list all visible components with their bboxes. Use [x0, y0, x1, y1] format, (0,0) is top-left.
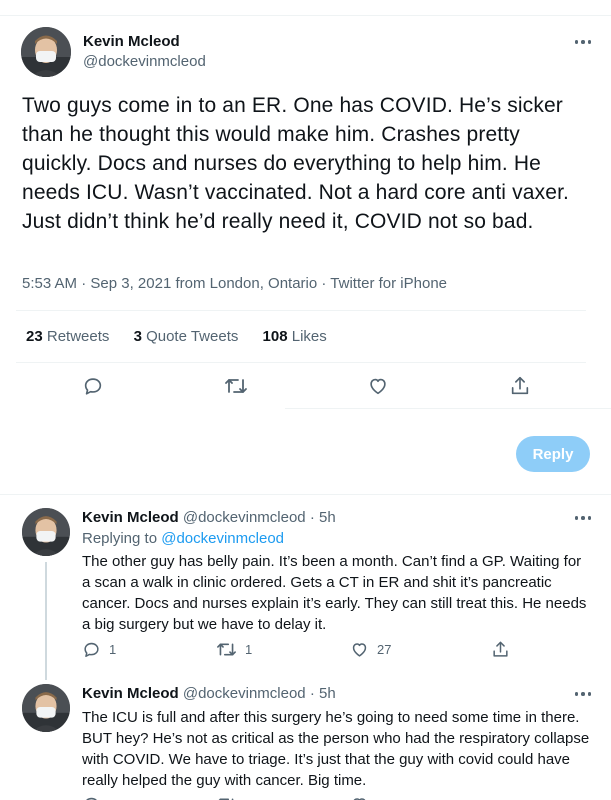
author-handle[interactable]: @dockevinmcleod: [183, 509, 306, 526]
retweet-action-button[interactable]: [224, 375, 248, 397]
replies-top-divider: [0, 494, 611, 495]
section-divider: [285, 408, 611, 409]
heart-icon: [350, 795, 369, 800]
reply-button[interactable]: Reply: [516, 436, 590, 472]
more-options-button[interactable]: [571, 37, 595, 47]
reply-icon: [82, 375, 104, 397]
meta-separator: ·: [309, 509, 315, 526]
author-name[interactable]: Kevin Mcleod: [82, 509, 179, 526]
dot-icon: [587, 516, 592, 520]
more-options-button[interactable]: [571, 689, 595, 699]
retweet-icon: [216, 640, 237, 659]
replying-to-label: Replying to: [82, 530, 158, 547]
reply-action-button[interactable]: 1: [82, 640, 116, 659]
share-action-button[interactable]: [491, 640, 510, 659]
avatar[interactable]: [22, 684, 70, 732]
avatar-photo: [22, 508, 70, 556]
retweets-stat[interactable]: 23 Retweets: [26, 328, 109, 345]
avatar-photo: [21, 27, 71, 77]
share-icon: [509, 375, 531, 397]
likes-count: 108: [262, 328, 288, 345]
dot-icon: [587, 40, 592, 44]
stats-top-divider: [16, 310, 586, 311]
reply-header: Kevin Mcleod @dockevinmcleod · 5h: [82, 685, 336, 702]
heart-icon: [367, 375, 389, 397]
reply-icon: [82, 795, 101, 800]
reply-count: 1: [109, 642, 117, 657]
reply-action-button[interactable]: [82, 375, 104, 397]
likes-stat[interactable]: 108 Likes: [263, 328, 327, 345]
more-options-button[interactable]: [571, 513, 595, 523]
tweet-stats: 23 Retweets 3 Quote Tweets 108 Likes: [26, 328, 327, 345]
meta-separator: ·: [81, 275, 87, 292]
like-action-button[interactable]: [367, 375, 389, 397]
heart-icon: [350, 640, 369, 659]
share-icon: [491, 640, 510, 659]
avatar-photo: [22, 684, 70, 732]
avatar[interactable]: [21, 27, 71, 77]
meta-separator: ·: [321, 275, 327, 292]
dot-icon: [574, 692, 579, 696]
retweet-action-button[interactable]: [216, 795, 237, 800]
meta-separator: ·: [309, 685, 315, 702]
tweet-text: The other guy has belly pain. It’s been …: [82, 553, 587, 633]
tweet-time[interactable]: 5:53 AM: [22, 275, 77, 292]
quote-tweets-label: Quote Tweets: [146, 328, 239, 345]
retweet-count: 1: [245, 642, 253, 657]
retweet-action-button[interactable]: 1: [216, 640, 252, 659]
tweet-text: The ICU is full and after this surgery h…: [82, 709, 590, 789]
top-divider: [0, 15, 611, 16]
dot-icon: [574, 516, 579, 520]
like-action-button[interactable]: [350, 795, 369, 800]
dot-icon: [574, 40, 579, 44]
retweet-icon: [224, 375, 248, 397]
replying-to-link[interactable]: @dockevinmcleod: [161, 530, 284, 547]
retweet-icon: [216, 795, 237, 800]
like-action-button[interactable]: 27: [350, 640, 391, 659]
retweets-count: 23: [26, 328, 43, 345]
tweet-location: from London, Ontario: [175, 275, 318, 292]
tweet-text: Two guys come in to an ER. One has COVID…: [22, 94, 570, 233]
dot-icon: [581, 516, 585, 520]
tweet-age[interactable]: 5h: [319, 685, 336, 702]
tweet-meta: 5:53 AM · Sep 3, 2021 from London, Ontar…: [22, 275, 447, 292]
tweet-age[interactable]: 5h: [319, 509, 336, 526]
avatar[interactable]: [22, 508, 70, 556]
replying-to-line: Replying to @dockevinmcleod: [82, 530, 284, 547]
author-handle[interactable]: @dockevinmcleod: [183, 685, 306, 702]
reply-header: Kevin Mcleod @dockevinmcleod · 5h: [82, 509, 336, 526]
stats-bottom-divider: [16, 362, 586, 363]
author-name[interactable]: Kevin Mcleod: [82, 685, 179, 702]
retweets-label: Retweets: [46, 328, 110, 345]
thread-line: [45, 562, 47, 680]
reply-action-button[interactable]: [82, 795, 101, 800]
like-count: 27: [377, 642, 392, 657]
tweet-source[interactable]: Twitter for iPhone: [330, 275, 447, 292]
tweet-date[interactable]: Sep 3, 2021: [90, 275, 171, 292]
share-action-button[interactable]: [509, 375, 531, 397]
quote-tweets-stat[interactable]: 3 Quote Tweets: [134, 328, 239, 345]
dot-icon: [587, 692, 592, 696]
dot-icon: [581, 692, 585, 696]
author-handle[interactable]: @dockevinmcleod: [83, 53, 206, 70]
author-name[interactable]: Kevin Mcleod: [83, 33, 180, 50]
quote-tweets-count: 3: [133, 328, 142, 345]
likes-label: Likes: [291, 328, 327, 345]
reply-icon: [82, 640, 101, 659]
dot-icon: [581, 40, 585, 44]
